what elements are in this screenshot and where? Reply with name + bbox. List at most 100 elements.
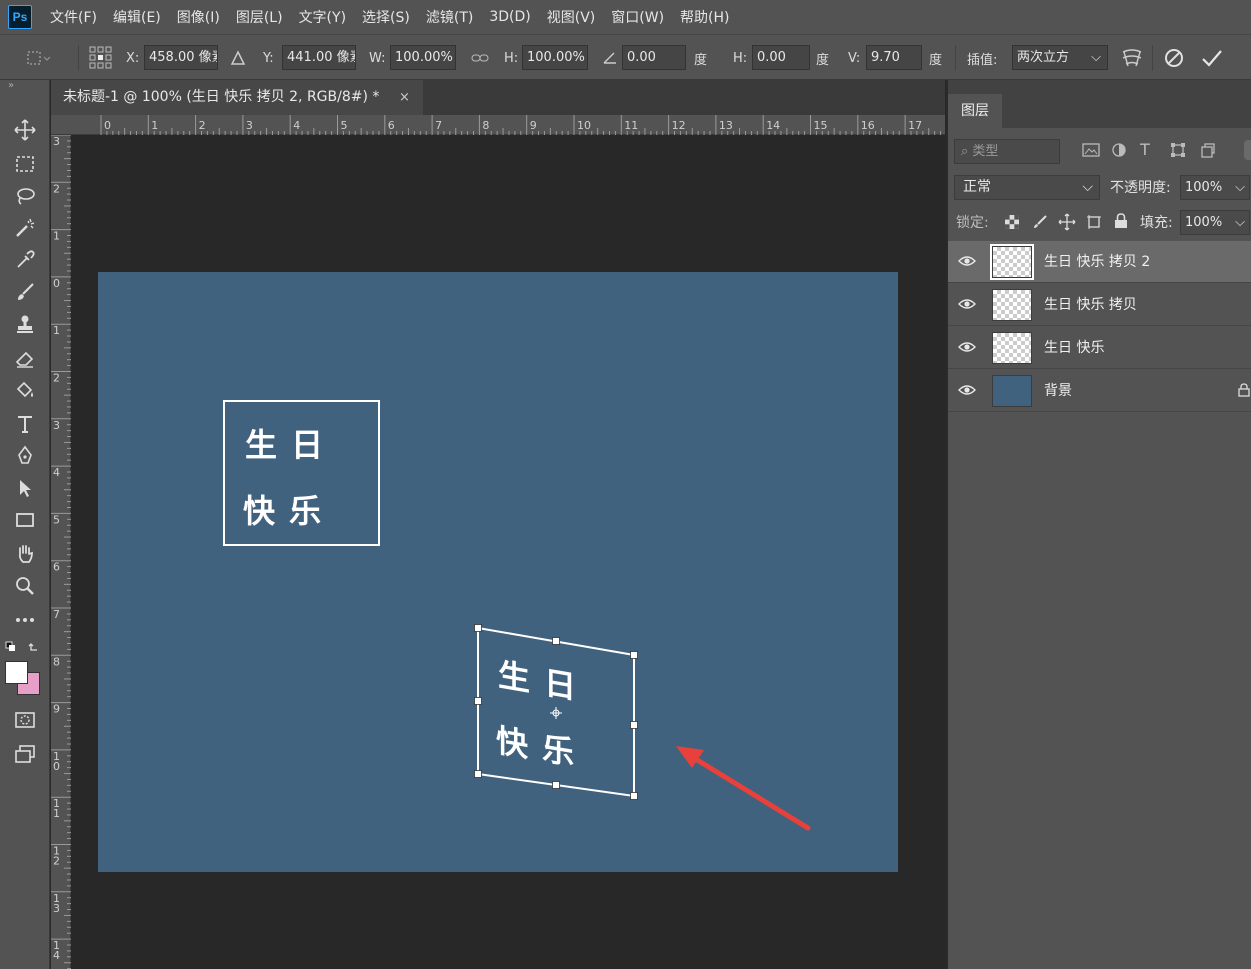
ruler-tick-label: 0 [53,277,60,290]
stamp-tool-icon[interactable] [9,310,41,338]
height-field[interactable]: 100.00% [522,45,588,70]
skew-h-field[interactable]: 0.00 [752,45,810,70]
close-icon[interactable]: × [399,80,410,115]
layer-row[interactable]: 背景 [948,370,1251,412]
blend-mode-select[interactable]: 正常 ⌵ [954,175,1100,200]
ruler-tick-label: 6 [388,119,395,132]
vertical-ruler[interactable]: 32101234567891011121314 [51,135,71,969]
move-tool-icon[interactable] [9,116,41,144]
blend-row: 正常 ⌵ 不透明度: 100% ⌵ [948,173,1251,201]
document-tab[interactable]: 未标题-1 @ 100% (生日 快乐 拷贝 2, RGB/8#) * [51,80,423,115]
w-label: W: [369,50,386,66]
document-canvas[interactable]: 生日 快乐 生日 快乐 [98,272,898,872]
paint-bucket-tool-icon[interactable] [9,376,41,404]
ruler-tick-label: 13 [719,119,733,132]
lock-artboard-icon[interactable] [1086,214,1102,234]
eye-icon[interactable] [958,254,976,268]
filter-toggle[interactable] [1244,140,1251,160]
eye-icon[interactable] [958,340,976,354]
rotation-field[interactable]: 0.00 [622,45,686,70]
skew-v-field[interactable]: 9.70 [866,45,922,70]
screen-mode-icon[interactable] [9,740,41,768]
lock-position-icon[interactable] [1058,213,1076,235]
stamp-copy-line-1: 生日 [498,655,591,710]
menu-window[interactable]: 窗口(W) [603,7,672,27]
eye-icon[interactable] [958,297,976,311]
default-colors-icon[interactable] [5,640,45,658]
zoom-tool-icon[interactable] [9,572,41,600]
layer-thumbnail[interactable] [990,244,1034,280]
delta-icon[interactable] [230,35,246,81]
layer-name[interactable]: 生日 快乐 拷贝 2 [1044,241,1150,283]
pixel-filter-icon[interactable] [1082,142,1100,162]
layer-row[interactable]: 生日 快乐 拷贝 2 [948,241,1251,283]
menu-filter[interactable]: 滤镜(T) [418,7,481,27]
document-tab-title: 未标题-1 @ 100% (生日 快乐 拷贝 2, RGB/8#) * [63,89,380,105]
layer-thumbnail[interactable] [992,375,1032,407]
adjustment-filter-icon[interactable] [1111,142,1127,162]
cancel-transform-icon[interactable] [1163,35,1185,81]
eye-icon[interactable] [958,383,976,397]
type-filter-icon[interactable]: T [1140,140,1150,159]
rectangle-tool-icon[interactable] [9,506,41,534]
lock-all-icon[interactable] [1114,213,1128,233]
menu-view[interactable]: 视图(V) [539,7,604,27]
layer-thumbnail[interactable] [992,332,1032,364]
opacity-field[interactable]: 100% ⌵ [1180,175,1250,200]
layer-row[interactable]: 生日 快乐 [948,327,1251,369]
layer-row[interactable]: 生日 快乐 拷贝 [948,284,1251,326]
hand-tool-icon[interactable] [9,540,41,568]
menu-layer[interactable]: 图层(L) [228,7,291,27]
angle-icon [602,35,618,81]
layer-name[interactable]: 生日 快乐 [1044,327,1104,369]
lock-pixels-icon[interactable] [1032,214,1048,234]
photoshop-logo[interactable]: Ps [8,5,32,29]
interpolation-select[interactable]: 两次立方 ⌵ [1012,45,1108,70]
width-field[interactable]: 100.00% [390,45,456,70]
menu-file[interactable]: 文件(F) [42,7,105,27]
brush-tool-icon[interactable] [9,278,41,306]
eraser-tool-icon[interactable] [9,344,41,372]
layer-thumbnail[interactable] [992,289,1032,321]
menu-select[interactable]: 选择(S) [354,7,418,27]
x-position-field[interactable]: 458.00 像素 [144,45,218,70]
y-label: Y: [263,50,274,66]
lock-icon[interactable] [1238,383,1250,397]
menu-help[interactable]: 帮助(H) [672,7,737,27]
link-icon[interactable] [471,35,489,81]
layer-name[interactable]: 生日 快乐 拷贝 [1044,284,1137,326]
layer-name[interactable]: 背景 [1044,370,1072,412]
warp-mode-icon[interactable] [1120,35,1144,81]
eyedropper-tool-icon[interactable] [9,246,41,274]
commit-transform-icon[interactable] [1200,35,1224,81]
path-selection-tool-icon[interactable] [9,474,41,502]
lock-transparent-icon[interactable] [1004,214,1020,234]
menu-image[interactable]: 图像(I) [169,7,228,27]
filter-kind-select[interactable]: ⌕ 类型 [954,139,1060,164]
lasso-tool-icon[interactable] [9,182,41,210]
fill-value: 100% [1185,215,1223,230]
smart-object-filter-icon[interactable] [1200,142,1216,162]
menu-edit[interactable]: 编辑(E) [105,7,169,27]
marquee-tool-icon[interactable] [9,150,41,178]
pen-tool-icon[interactable] [9,442,41,470]
menu-3d[interactable]: 3D(D) [481,9,538,25]
more-tools-icon[interactable] [9,606,41,634]
magic-wand-tool-icon[interactable] [9,214,41,242]
panel-grip-icon[interactable]: » [8,80,14,91]
layer-filter-row: ⌕ 类型 T [948,136,1251,166]
ruler-tick-label: 17 [908,119,922,132]
type-tool-icon[interactable] [9,410,41,438]
ruler-tick-label: 2 [53,372,60,385]
shape-filter-icon[interactable] [1170,142,1186,162]
quick-mask-icon[interactable] [9,706,41,734]
y-position-field[interactable]: 441.00 像素 [282,45,356,70]
fill-field[interactable]: 100% ⌵ [1180,210,1250,235]
reference-point-icon[interactable] [88,35,114,81]
tab-layers[interactable]: 图层 [948,94,1002,128]
menu-type[interactable]: 文字(Y) [291,7,354,27]
skew-v-label: V: [848,50,861,66]
foreground-color-swatch[interactable] [5,661,28,684]
horizontal-ruler[interactable]: 0 1 2 3 4 5 6 7 8 9 10 11 12 13 14 15 16 17 [51,115,945,135]
transform-tool-icon[interactable] [24,35,52,81]
